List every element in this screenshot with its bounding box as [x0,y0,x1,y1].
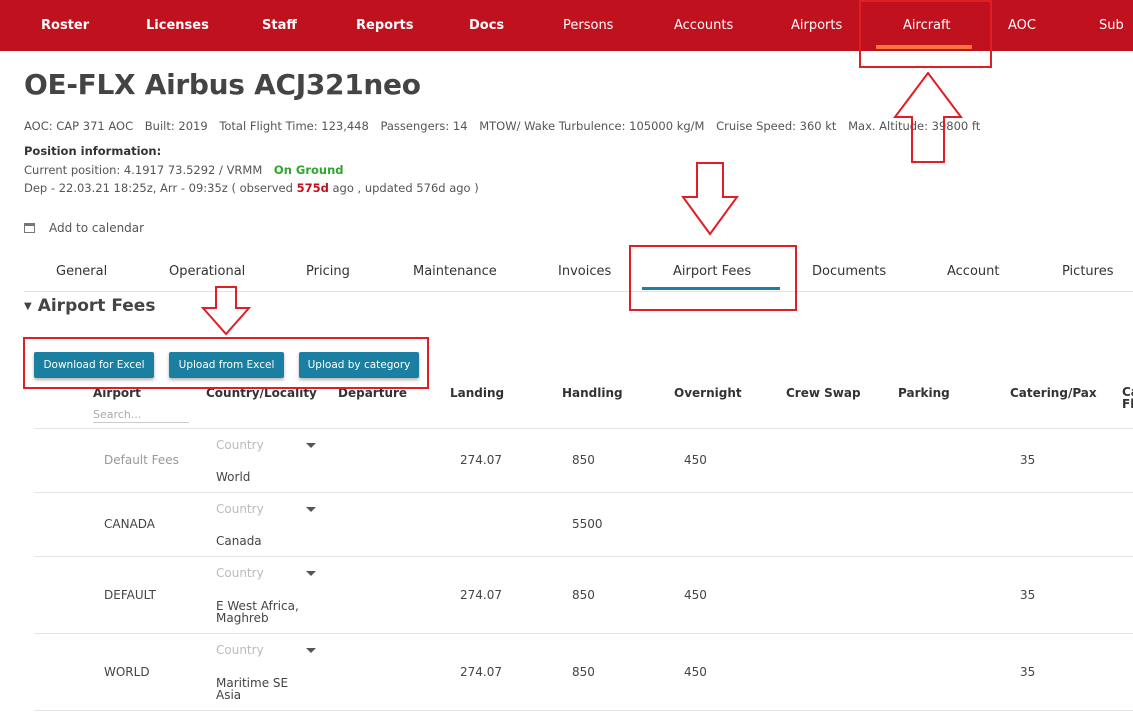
row3-airport[interactable]: DEFAULT [104,588,156,602]
calendar-icon [24,223,35,233]
page-title: OE-FLX Airbus ACJ321neo [24,68,421,101]
row4-landing[interactable]: 274.07 [460,665,502,679]
row2-country: Canada [216,534,262,548]
row3-handling[interactable]: 850 [572,588,595,602]
col-handling[interactable]: Handling [562,386,623,400]
col-crew-swap[interactable]: Crew Swap [786,386,861,400]
tab-maintenance[interactable]: Maintenance [413,264,497,279]
col-parking[interactable]: Parking [898,386,950,400]
table-divider [34,428,1133,429]
chevron-down-icon[interactable] [306,571,316,576]
position-heading: Position information: [24,144,162,158]
section-header[interactable]: ▼ Airport Fees [24,296,155,316]
row1-landing[interactable]: 274.07 [460,453,502,467]
nav-accounts[interactable]: Accounts [674,0,733,51]
table-row-divider [34,556,1133,557]
row3-country-select[interactable]: Country [216,566,264,580]
nav-staff[interactable]: Staff [262,0,297,51]
flight-times: Dep - 22.03.21 18:25z, Arr - 09:35z ( ob… [24,181,479,195]
tab-documents[interactable]: Documents [812,264,886,279]
row1-catering[interactable]: 35 [1020,453,1035,467]
nav-reports[interactable]: Reports [356,0,413,51]
col-overnight[interactable]: Overnight [674,386,742,400]
passengers-info: Passengers: 14 [380,119,468,133]
row4-country: Maritime SE Asia [216,676,289,702]
row4-overnight[interactable]: 450 [684,665,707,679]
table-row-divider [34,710,1133,711]
nav-airports[interactable]: Airports [791,0,842,51]
up-arrow-icon [893,72,963,163]
row4-country-select[interactable]: Country [216,643,264,657]
col-catering-flight[interactable]: Ca Fl [1122,386,1133,410]
section-title: Airport Fees [37,296,156,316]
row3-overnight[interactable]: 450 [684,588,707,602]
annotation-box-aircraft [859,0,992,68]
col-catering[interactable]: Catering/Pax [1010,386,1097,400]
tab-pricing[interactable]: Pricing [306,264,350,279]
current-position: Current position: 4.1917 73.5292 / VRMM … [24,163,344,177]
col-landing[interactable]: Landing [450,386,504,400]
row2-country-select[interactable]: Country [216,502,264,516]
down-arrow-icon [201,286,251,336]
nav-aoc[interactable]: AOC [1008,0,1036,51]
nav-sub[interactable]: Sub [1099,0,1124,51]
nav-roster[interactable]: Roster [41,0,89,51]
tab-pictures[interactable]: Pictures [1062,264,1113,279]
row2-handling[interactable]: 5500 [572,517,603,531]
annotation-box-buttons [23,337,429,389]
down-arrow-icon [681,162,739,236]
annotation-box-airport-fees [629,245,797,311]
row3-landing[interactable]: 274.07 [460,588,502,602]
nav-licenses[interactable]: Licenses [146,0,209,51]
tab-account[interactable]: Account [947,264,1000,279]
row3-country: E West Africa, Maghreb [216,599,299,625]
status-badge: On Ground [273,163,344,177]
add-to-calendar-label: Add to calendar [49,221,145,235]
nav-persons[interactable]: Persons [563,0,613,51]
add-to-calendar-link[interactable]: Add to calendar [24,221,144,235]
flight-time-info: Total Flight Time: 123,448 [219,119,369,133]
chevron-down-icon[interactable] [306,443,316,448]
nav-docs[interactable]: Docs [469,0,504,51]
row1-airport[interactable]: Default Fees [104,453,179,467]
aoc-info: AOC: CAP 371 AOC [24,119,134,133]
chevron-down-icon[interactable] [306,648,316,653]
cruise-info: Cruise Speed: 360 kt [716,119,837,133]
row1-country-select[interactable]: Country [216,438,264,452]
tabs-divider [24,291,1133,292]
row1-country: World [216,470,251,484]
aircraft-specs: AOC: CAP 371 AOC Built: 2019 Total Fligh… [24,119,988,133]
row2-airport[interactable]: CANADA [104,517,155,531]
row3-catering[interactable]: 35 [1020,588,1035,602]
row4-airport[interactable]: WORLD [104,665,150,679]
tab-operational[interactable]: Operational [169,264,245,279]
row4-catering[interactable]: 35 [1020,665,1035,679]
mtow-info: MTOW/ Wake Turbulence: 105000 kg/M [479,119,705,133]
tab-general[interactable]: General [56,264,107,279]
row4-handling[interactable]: 850 [572,665,595,679]
table-row-divider [34,492,1133,493]
built-info: Built: 2019 [144,119,208,133]
row1-handling[interactable]: 850 [572,453,595,467]
chevron-down-icon[interactable] [306,507,316,512]
caret-down-icon: ▼ [24,301,32,312]
dep-prefix: Dep - 22.03.21 18:25z, Arr - 09:35z ( ob… [24,181,297,195]
row1-overnight[interactable]: 450 [684,453,707,467]
tab-invoices[interactable]: Invoices [558,264,611,279]
observed-days: 575d [296,181,329,195]
table-row-divider [34,633,1133,634]
current-position-text: Current position: 4.1917 73.5292 / VRMM [24,163,263,177]
dep-suffix: ago , updated 576d ago ) [328,181,479,195]
airport-search-input[interactable] [93,407,189,423]
